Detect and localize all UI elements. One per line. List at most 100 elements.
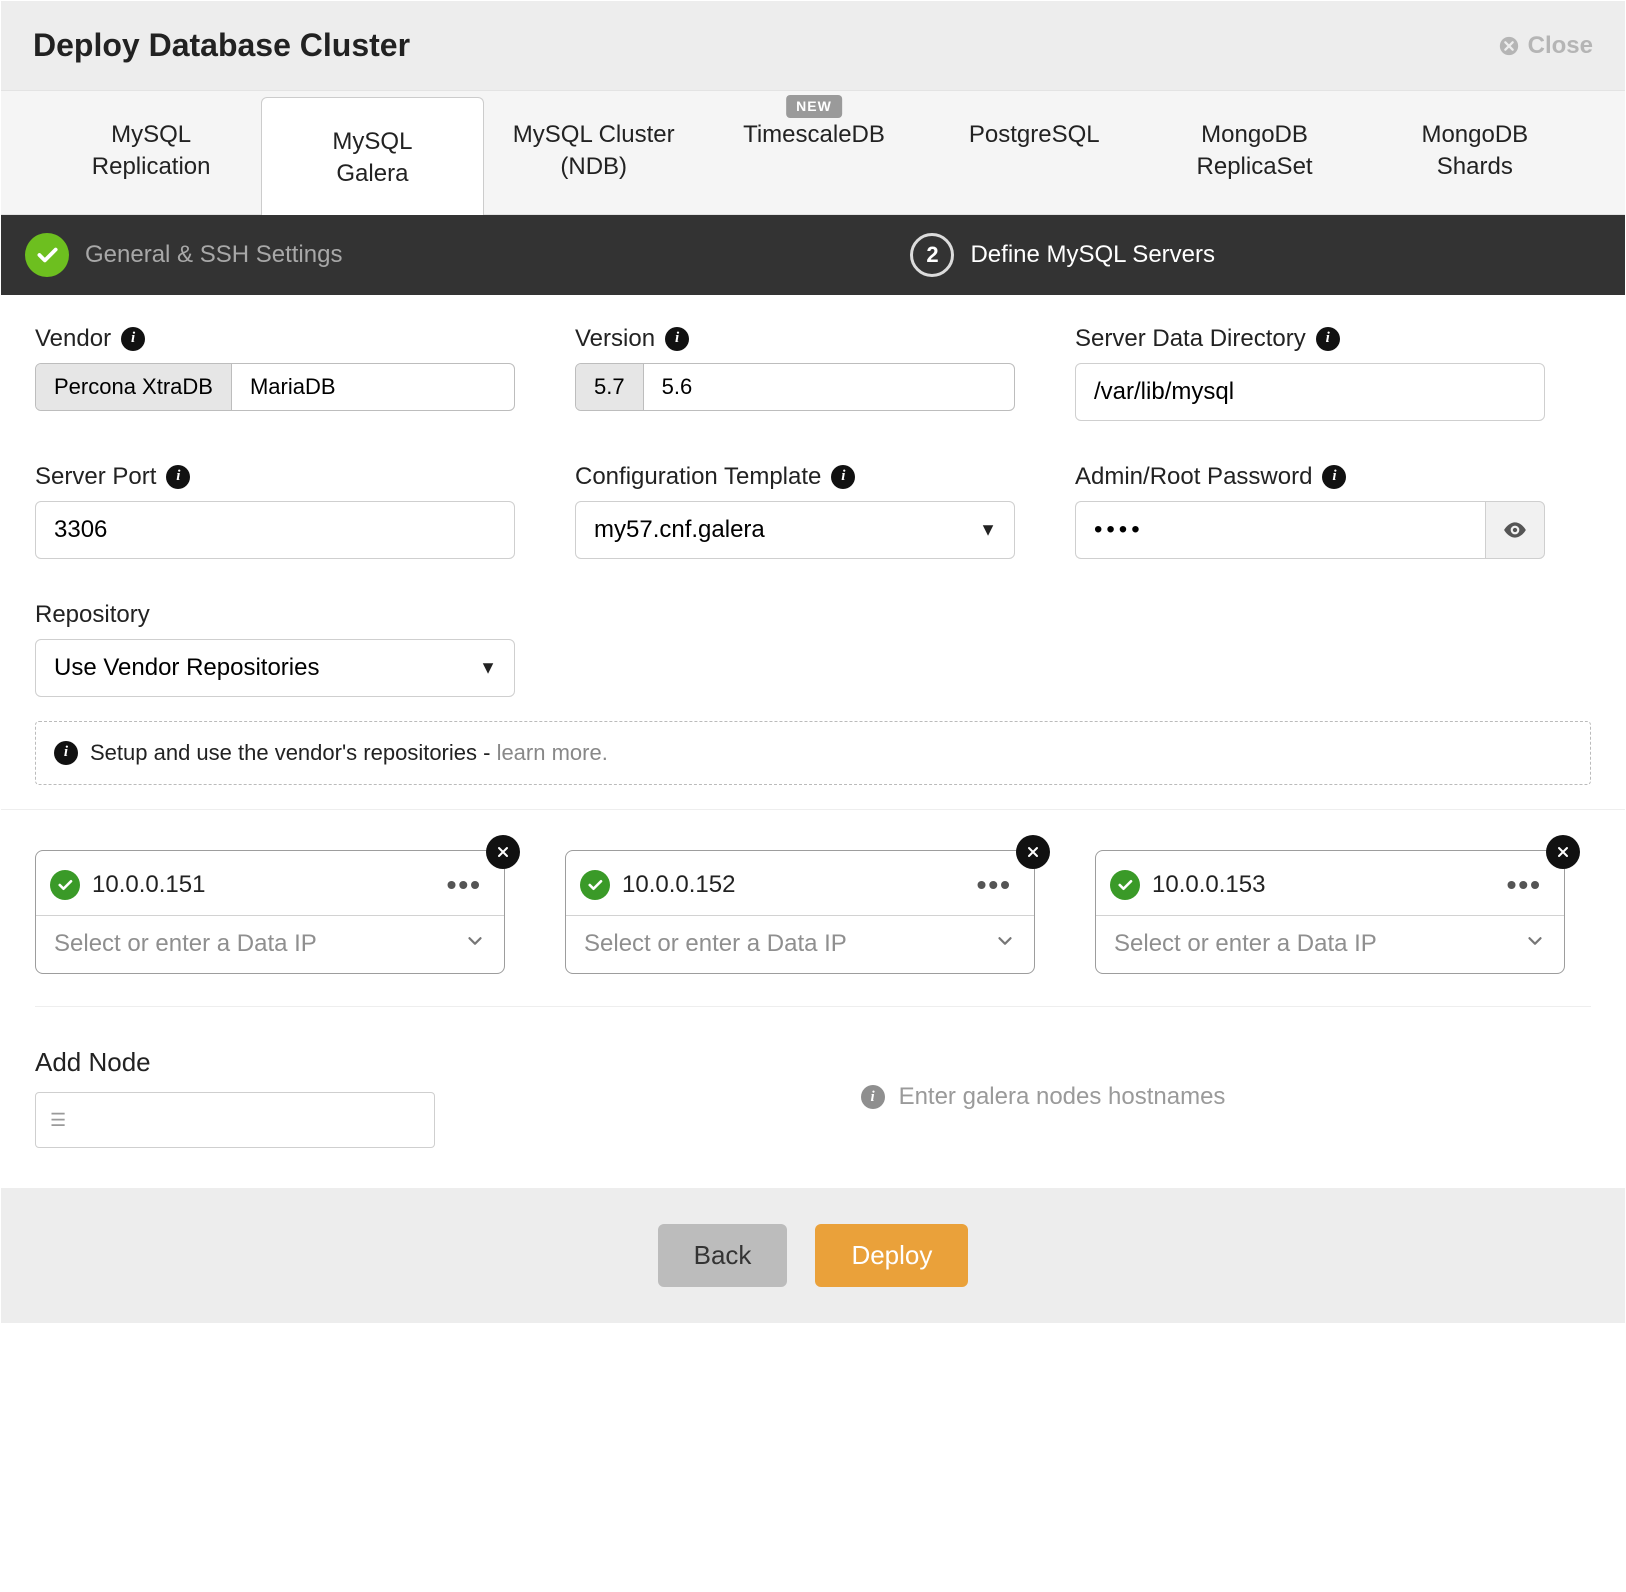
back-button[interactable]: Back (658, 1224, 788, 1287)
config-template-select[interactable] (575, 501, 1015, 559)
info-icon[interactable]: i (166, 465, 190, 489)
remove-node-button[interactable] (486, 835, 520, 869)
db-tab-mongodb[interactable]: MongoDB ReplicaSet (1144, 91, 1364, 214)
step-1[interactable]: General & SSH Settings (25, 233, 342, 277)
field-repository: Repository ▼ (35, 601, 515, 697)
info-icon[interactable]: i (1322, 465, 1346, 489)
reveal-password-button[interactable] (1485, 501, 1546, 559)
node-card: 10.0.0.153 ••• Select or enter a Data IP (1095, 850, 1565, 974)
vendor-option-percona-xtradb[interactable]: Percona XtraDB (36, 364, 231, 410)
data-ip-placeholder: Select or enter a Data IP (1114, 930, 1377, 958)
version-option-5-6[interactable]: 5.6 (643, 364, 711, 410)
db-tab-timescaledb[interactable]: NEW TimescaleDB (704, 91, 924, 214)
dialog-footer: Back Deploy (1, 1188, 1625, 1323)
node-ip: 10.0.0.151 (92, 871, 205, 899)
step2-circle: 2 (910, 233, 954, 277)
admin-password-label: Admin/Root Password (1075, 463, 1312, 491)
repository-select[interactable] (35, 639, 515, 697)
chevron-down-icon (464, 930, 486, 959)
db-tab-label: MySQL Galera (332, 128, 412, 187)
close-icon (1555, 844, 1571, 860)
add-node-hint: i Enter galera nodes hostnames (861, 1083, 1226, 1111)
status-ok-icon (1110, 870, 1140, 900)
info-icon: i (861, 1085, 885, 1109)
chevron-down-icon (1524, 930, 1546, 959)
repository-note-text: Setup and use the vendor's repositories … (90, 740, 497, 765)
db-tab-mysql[interactable]: MySQL Galera (261, 97, 483, 215)
db-tab-label: MongoDB ReplicaSet (1197, 121, 1313, 180)
learn-more-link[interactable]: learn more. (497, 740, 608, 765)
close-icon (1025, 844, 1041, 860)
add-node-title: Add Node (35, 1047, 435, 1078)
db-tab-mysql[interactable]: MySQL Replication (41, 91, 261, 214)
dialog-title: Deploy Database Cluster (33, 27, 410, 64)
node-header: 10.0.0.153 ••• (1096, 851, 1564, 915)
data-ip-placeholder: Select or enter a Data IP (54, 930, 317, 958)
close-button[interactable]: Close (1498, 32, 1593, 60)
data-ip-placeholder: Select or enter a Data IP (584, 930, 847, 958)
version-option-5-7[interactable]: 5.7 (576, 364, 643, 410)
db-type-tabs: MySQL Replication MySQL Galera MySQL Clust… (1, 90, 1625, 215)
step-2: 2 Define MySQL Servers (910, 233, 1215, 277)
remove-node-button[interactable] (1016, 835, 1050, 869)
field-server-port: Server Port i (35, 463, 515, 559)
version-label: Version (575, 325, 655, 353)
db-tab-label: MySQL Replication (92, 121, 211, 180)
db-tab-mysql-cluster[interactable]: MySQL Cluster (NDB) (484, 91, 704, 214)
admin-password-input[interactable] (1075, 501, 1485, 559)
form-section: Vendor i Percona XtraDBMariaDB Version i… (1, 295, 1625, 697)
nodes-section: 10.0.0.151•••Select or enter a Data IP10… (1, 810, 1625, 984)
step1-label: General & SSH Settings (85, 241, 342, 269)
data-dir-input[interactable] (1075, 363, 1545, 421)
info-icon: i (54, 741, 78, 765)
add-node-input[interactable]: ☰ (35, 1092, 435, 1148)
node-ip: 10.0.0.153 (1152, 871, 1265, 899)
server-port-input[interactable] (35, 501, 515, 559)
node-data-ip-select[interactable]: Select or enter a Data IP (566, 915, 1034, 973)
db-tab-postgresql[interactable]: PostgreSQL (924, 91, 1144, 214)
db-tab-label: MySQL Cluster (NDB) (513, 121, 675, 180)
add-node-section: Add Node ☰ i Enter galera nodes hostname… (1, 984, 1625, 1188)
remove-node-button[interactable] (1546, 835, 1580, 869)
close-label: Close (1528, 32, 1593, 60)
field-version: Version i 5.75.6 (575, 325, 1015, 421)
step2-label: Define MySQL Servers (970, 241, 1215, 269)
node-menu-button[interactable]: ••• (447, 869, 482, 901)
info-icon[interactable]: i (831, 465, 855, 489)
repository-note: i Setup and use the vendor's repositorie… (35, 721, 1591, 785)
deploy-button[interactable]: Deploy (815, 1224, 968, 1287)
server-icon: ☰ (50, 1113, 66, 1127)
status-ok-icon (50, 870, 80, 900)
info-icon[interactable]: i (121, 327, 145, 351)
add-node-hint-text: Enter galera nodes hostnames (899, 1083, 1226, 1111)
repository-label: Repository (35, 601, 150, 629)
node-card: 10.0.0.152 ••• Select or enter a Data IP (565, 850, 1035, 974)
data-dir-label: Server Data Directory (1075, 325, 1306, 353)
node-header: 10.0.0.152 ••• (566, 851, 1034, 915)
info-icon[interactable]: i (1316, 327, 1340, 351)
vendor-label: Vendor (35, 325, 111, 353)
info-icon[interactable]: i (665, 327, 689, 351)
node-data-ip-select[interactable]: Select or enter a Data IP (36, 915, 504, 973)
vendor-segmented: Percona XtraDBMariaDB (35, 363, 515, 411)
node-menu-button[interactable]: ••• (977, 869, 1012, 901)
version-segmented: 5.75.6 (575, 363, 1015, 411)
check-icon (25, 233, 69, 277)
node-data-ip-select[interactable]: Select or enter a Data IP (1096, 915, 1564, 973)
chevron-down-icon (994, 930, 1016, 959)
close-icon (1498, 35, 1520, 57)
node-ip: 10.0.0.152 (622, 871, 735, 899)
node-menu-button[interactable]: ••• (1507, 869, 1542, 901)
field-vendor: Vendor i Percona XtraDBMariaDB (35, 325, 515, 421)
step-bar: General & SSH Settings 2 Define MySQL Se… (1, 215, 1625, 295)
db-tab-mongodb[interactable]: MongoDB Shards (1365, 91, 1585, 214)
deploy-dialog: Deploy Database Cluster Close MySQL Repl… (0, 0, 1626, 1324)
status-ok-icon (580, 870, 610, 900)
new-badge: NEW (786, 95, 842, 118)
db-tab-label: TimescaleDB (743, 121, 885, 148)
config-template-label: Configuration Template (575, 463, 821, 491)
titlebar: Deploy Database Cluster Close (1, 1, 1625, 90)
field-admin-password: Admin/Root Password i (1075, 463, 1545, 559)
node-header: 10.0.0.151 ••• (36, 851, 504, 915)
vendor-option-mariadb[interactable]: MariaDB (231, 364, 354, 410)
